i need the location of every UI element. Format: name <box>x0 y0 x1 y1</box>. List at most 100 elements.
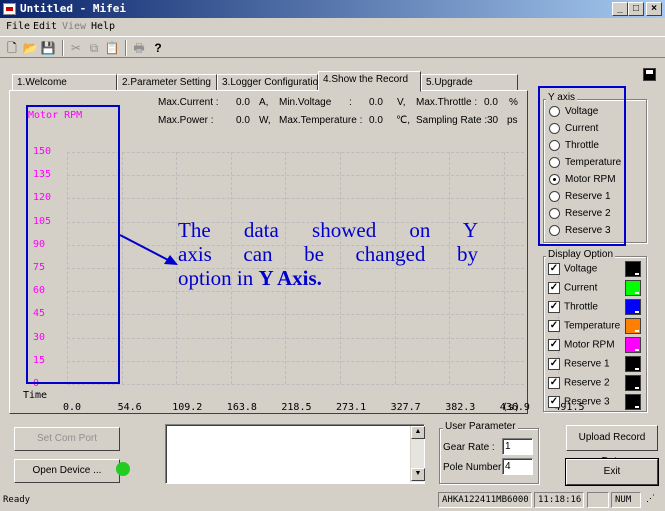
y-axis-radio-throttle[interactable]: Throttle <box>549 140 599 154</box>
menu-view[interactable]: View <box>62 21 86 32</box>
status-time: 11:18:16 <box>534 492 584 508</box>
grid-line-vertical <box>121 152 123 384</box>
color-picker-swatch[interactable] <box>625 394 641 410</box>
checkbox-label: Reserve 3 <box>564 396 610 408</box>
display-checkbox-temperature[interactable]: ✓ Temperature <box>548 320 620 334</box>
set-com-port-button[interactable]: Set Com Port <box>14 427 120 451</box>
menu-edit[interactable]: Edit <box>33 21 57 32</box>
y-axis-radio-reserve-2[interactable]: Reserve 2 <box>549 208 611 222</box>
radio-button-icon[interactable] <box>549 191 560 202</box>
radio-label: Throttle <box>565 140 599 151</box>
exit-button[interactable]: Exit <box>565 458 659 486</box>
log-textarea[interactable] <box>165 424 425 484</box>
color-picker-swatch[interactable] <box>625 280 641 296</box>
checkbox-checked-icon[interactable]: ✓ <box>548 320 560 332</box>
display-checkbox-reserve-2[interactable]: ✓ Reserve 2 <box>548 377 610 391</box>
radio-label: Current <box>565 123 599 134</box>
checkbox-label: Motor RPM <box>564 339 615 351</box>
radio-label: Motor RPM <box>565 174 616 185</box>
display-checkbox-reserve-1[interactable]: ✓ Reserve 1 <box>548 358 610 372</box>
display-checkbox-voltage[interactable]: ✓ Voltage <box>548 263 597 277</box>
new-file-icon[interactable]: 🗋 <box>4 40 20 56</box>
radio-label: Reserve 2 <box>565 208 611 219</box>
radio-button-icon[interactable] <box>549 174 560 185</box>
color-picker-swatch[interactable] <box>625 318 641 334</box>
pole-number-label: Pole Number : <box>443 462 507 473</box>
color-picker-swatch[interactable] <box>625 299 641 315</box>
title-bar[interactable]: Untitled - Mifei _ □ × <box>0 0 665 18</box>
app-icon[interactable] <box>3 3 16 15</box>
menu-file[interactable]: File <box>6 21 30 32</box>
open-device-button[interactable]: Open Device ... <box>14 459 120 483</box>
minimize-button[interactable]: _ <box>612 2 628 16</box>
radio-button-icon[interactable] <box>549 225 560 236</box>
radio-button-icon[interactable] <box>549 208 560 219</box>
checkbox-checked-icon[interactable]: ✓ <box>548 301 560 313</box>
checkbox-checked-icon[interactable]: ✓ <box>548 396 560 408</box>
menu-help[interactable]: Help <box>91 21 115 32</box>
y-axis-radio-motor-rpm[interactable]: Motor RPM <box>549 174 616 188</box>
gear-rate-label: Gear Rate : <box>443 442 495 453</box>
y-axis-radio-voltage[interactable]: Voltage <box>549 106 598 120</box>
max-temperature-label: Max.Temperature : <box>279 115 363 126</box>
max-current-label: Max.Current : <box>158 97 219 108</box>
max-power-unit: W, <box>259 115 271 126</box>
tab-welcome[interactable]: 1.Welcome <box>12 74 117 91</box>
pole-number-input[interactable] <box>502 458 533 475</box>
y-axis-radio-temperature[interactable]: Temperature <box>549 157 621 171</box>
paste-icon[interactable]: 📋 <box>104 40 120 56</box>
checkbox-label: Current <box>564 282 598 294</box>
y-axis-radio-reserve-3[interactable]: Reserve 3 <box>549 225 611 239</box>
display-checkbox-current[interactable]: ✓ Current <box>548 282 597 296</box>
maximize-button[interactable]: □ <box>628 2 644 16</box>
open-folder-icon[interactable]: 📂 <box>22 40 38 56</box>
log-scrollbar[interactable]: ▲ ▼ <box>410 426 425 482</box>
display-checkbox-motor-rpm[interactable]: ✓ Motor RPM <box>548 339 615 353</box>
checkbox-checked-icon[interactable]: ✓ <box>548 377 560 389</box>
tab-show-the-record[interactable]: 4.Show the Record <box>318 71 421 92</box>
radio-button-icon[interactable] <box>549 106 560 117</box>
scroll-up-icon[interactable]: ▲ <box>411 426 425 439</box>
checkbox-label: Throttle <box>564 301 598 313</box>
radio-button-icon[interactable] <box>549 123 560 134</box>
display-checkbox-reserve-3[interactable]: ✓ Reserve 3 <box>548 396 610 410</box>
grid-line-horizontal <box>67 337 524 339</box>
checkbox-checked-icon[interactable]: ✓ <box>548 358 560 370</box>
color-picker-swatch[interactable] <box>625 337 641 353</box>
tab-upgrade[interactable]: 5.Upgrade <box>421 74 518 91</box>
resize-grip-icon[interactable]: ⋰ <box>643 492 663 508</box>
y-axis-radio-current[interactable]: Current <box>549 123 598 137</box>
window-title: Untitled - Mifei <box>20 2 126 15</box>
scroll-down-icon[interactable]: ▼ <box>411 468 425 481</box>
save-icon[interactable] <box>643 68 656 81</box>
checkbox-checked-icon[interactable]: ✓ <box>548 282 560 294</box>
max-current-unit: A, <box>259 97 269 108</box>
checkbox-checked-icon[interactable]: ✓ <box>548 339 560 351</box>
copy-icon[interactable]: ⧉ <box>86 40 102 56</box>
close-button[interactable]: × <box>646 2 662 16</box>
radio-button-icon[interactable] <box>549 140 560 151</box>
cut-icon[interactable]: ✂ <box>68 40 84 56</box>
about-icon[interactable]: ? <box>150 40 166 56</box>
y-axis-radio-reserve-1[interactable]: Reserve 1 <box>549 191 611 205</box>
color-picker-swatch[interactable] <box>625 261 641 277</box>
radio-button-icon[interactable] <box>549 157 560 168</box>
max-throttle-label: Max.Throttle : <box>416 97 478 108</box>
color-picker-swatch[interactable] <box>625 356 641 372</box>
save-icon[interactable]: 💾 <box>40 40 56 56</box>
grid-line-horizontal <box>67 291 524 293</box>
grid-line-horizontal <box>67 198 524 200</box>
upload-record-data-button[interactable]: Upload Record Data <box>566 425 658 467</box>
checkbox-label: Voltage <box>564 263 598 275</box>
user-parameter-group <box>439 428 539 484</box>
min-voltage-colon: : <box>349 97 352 108</box>
toolbar: 🗋 📂 💾 ✂ ⧉ 📋 🖶 ? <box>0 36 665 58</box>
print-icon[interactable]: 🖶 <box>131 40 147 56</box>
display-checkbox-throttle[interactable]: ✓ Throttle <box>548 301 598 315</box>
gear-rate-input[interactable] <box>502 438 533 455</box>
tab-parameter-setting[interactable]: 2.Parameter Setting <box>117 74 217 91</box>
color-picker-swatch[interactable] <box>625 375 641 391</box>
tab-logger-configuration[interactable]: 3.Logger Configuration <box>217 74 324 91</box>
x-tick-label: 382.3 <box>445 402 476 413</box>
checkbox-checked-icon[interactable]: ✓ <box>548 263 560 275</box>
